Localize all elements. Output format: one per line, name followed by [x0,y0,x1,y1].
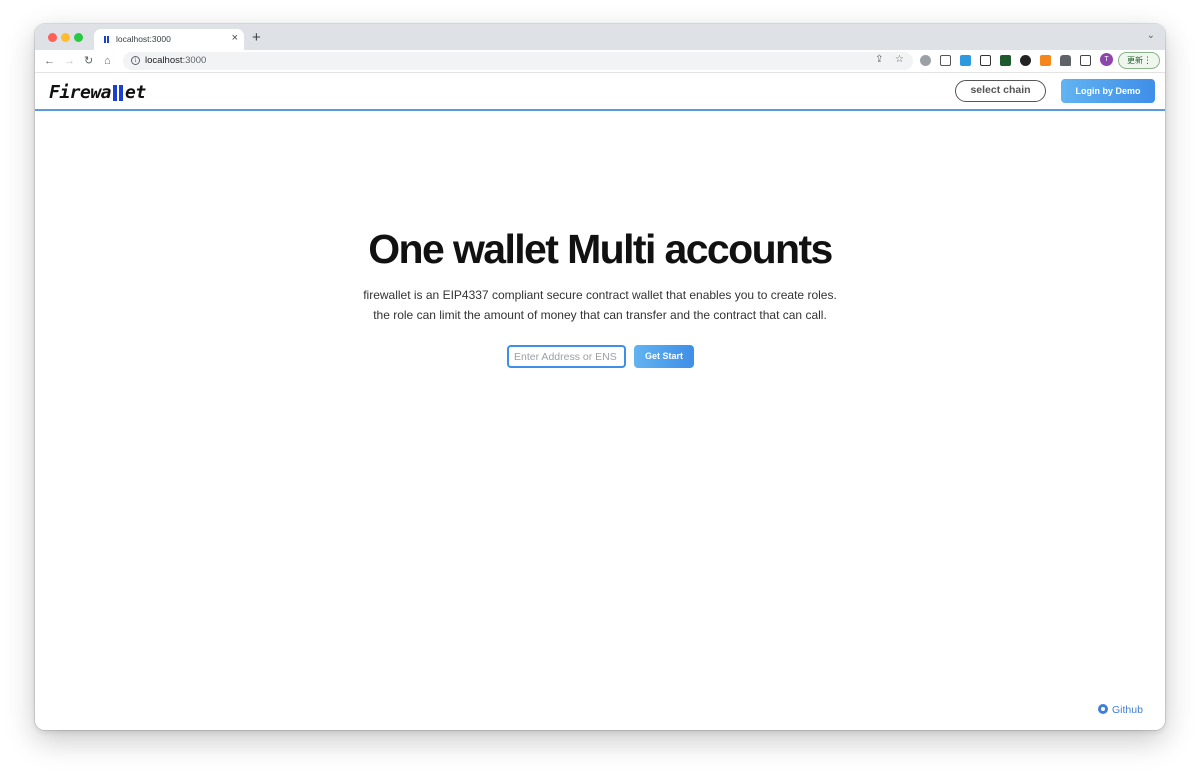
address-bar[interactable]: i localhost:3000 ⇪ ☆ [123,52,913,70]
url-text[interactable]: localhost:3000 [145,55,206,66]
extension-6-icon[interactable] [1020,55,1031,66]
page-content: Firewa et select chain Login by Demo One … [35,74,1165,730]
close-window-button[interactable] [48,33,57,42]
github-label: Github [1112,704,1143,716]
extension-2-icon[interactable] [940,55,951,66]
address-input[interactable] [507,345,626,368]
github-link[interactable]: Github [1098,704,1143,716]
side-panel-icon[interactable] [1080,55,1091,66]
profile-avatar[interactable]: T [1100,53,1113,66]
tab-strip: localhost:3000 × + ⌄ [35,24,1165,50]
minimize-window-button[interactable] [61,33,70,42]
trash-icon[interactable] [980,55,991,66]
bookmark-star-icon[interactable]: ☆ [895,54,904,65]
favicon-icon [104,36,109,43]
menu-dots-icon: ⋮ [1143,55,1152,65]
share-icon[interactable]: ⇪ [875,54,883,65]
update-button[interactable]: 更新 ⋮ [1118,52,1160,69]
back-icon[interactable]: ← [44,54,55,68]
select-chain-button[interactable]: select chain [955,80,1046,102]
metamask-fox-icon[interactable] [1040,55,1051,66]
extension-1-icon[interactable] [920,55,931,66]
github-icon [1098,704,1108,714]
login-by-demo-button[interactable]: Login by Demo [1061,79,1155,103]
new-tab-button[interactable]: + [252,29,261,46]
forward-icon[interactable]: → [64,54,75,68]
extension-3-icon[interactable] [960,55,971,66]
tab-title: localhost:3000 [116,34,171,44]
extensions-puzzle-icon[interactable] [1060,55,1071,66]
hero-title: One wallet Multi accounts [368,226,833,272]
home-icon[interactable]: ⌂ [104,54,111,68]
tab-close-icon[interactable]: × [232,32,238,44]
browser-window: localhost:3000 × + ⌄ ← → ↻ ⌂ i localhost… [35,24,1165,730]
logo-bars-icon [112,85,124,103]
browser-toolbar: ← → ↻ ⌂ i localhost:3000 ⇪ ☆ T 更新 ⋮ [35,50,1165,73]
browser-tab[interactable]: localhost:3000 × [94,29,244,50]
get-start-button[interactable]: Get Start [634,345,694,368]
site-info-icon[interactable]: i [131,56,140,65]
tab-search-button[interactable]: ⌄ [1147,30,1155,41]
hero-description: firewallet is an EIP4337 compliant secur… [363,288,837,322]
maximize-window-button[interactable] [74,33,83,42]
site-header: Firewa et select chain Login by Demo [35,74,1165,111]
reload-icon[interactable]: ↻ [84,54,93,68]
firewallet-logo[interactable]: Firewa et [49,82,146,103]
extension-sw-icon[interactable] [1000,55,1011,66]
